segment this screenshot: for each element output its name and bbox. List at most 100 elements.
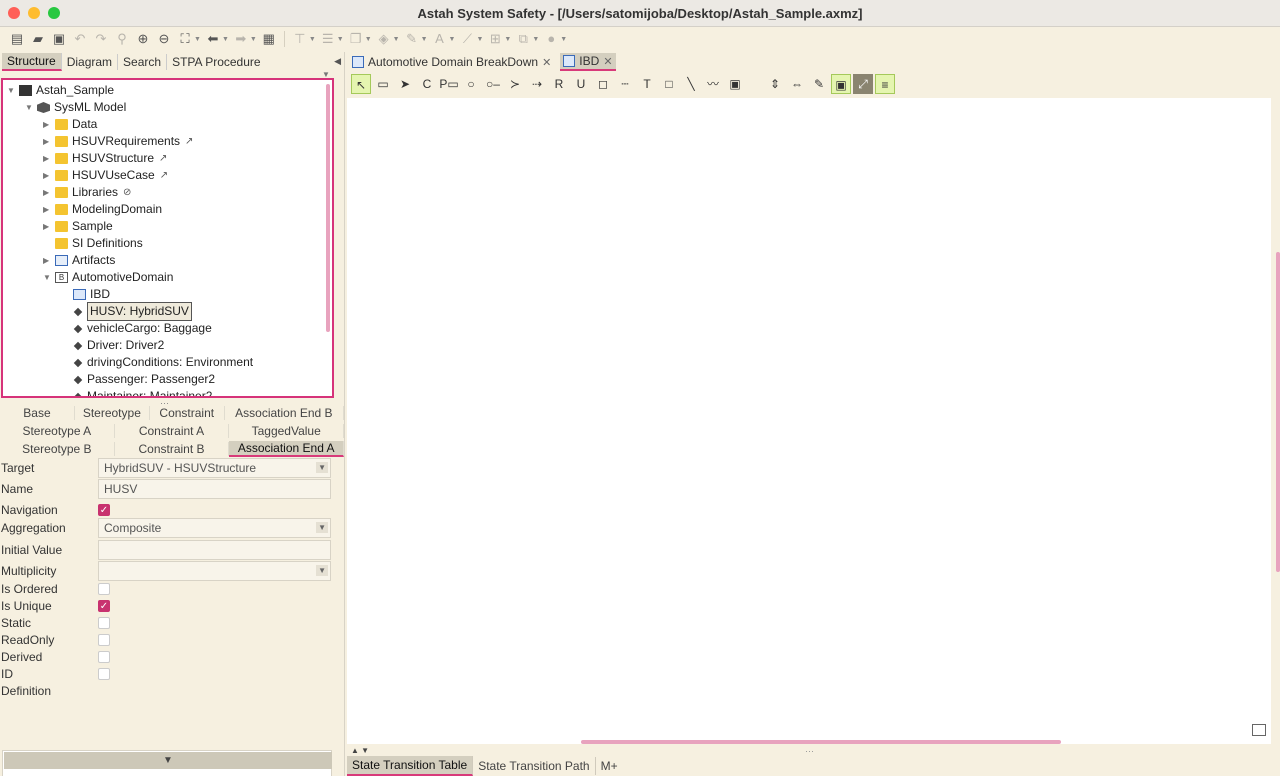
initial-value-field[interactable] bbox=[98, 540, 331, 560]
zoom-in-icon[interactable]: ⊕ bbox=[134, 30, 152, 48]
realization-tool-icon[interactable]: R bbox=[549, 74, 569, 94]
save-icon[interactable]: ▣ bbox=[50, 30, 68, 48]
provided-interface-icon[interactable]: ○– bbox=[483, 74, 503, 94]
aggregation-select[interactable]: Composite bbox=[98, 518, 331, 538]
tree-item[interactable]: ▶ HSUVRequirements ↗ bbox=[43, 133, 193, 150]
tree-item[interactable]: ▶ Artifacts bbox=[43, 252, 115, 269]
tab-structure[interactable]: Structure bbox=[2, 52, 62, 71]
tree-item[interactable]: ▼ B AutomotiveDomain bbox=[43, 269, 173, 286]
note-anchor-icon[interactable]: ┄ bbox=[615, 74, 635, 94]
back-icon[interactable]: ⬅ bbox=[204, 30, 222, 48]
image-tool-icon[interactable]: ▣ bbox=[725, 74, 745, 94]
expand-arrow-icon[interactable]: ▼ bbox=[43, 269, 53, 286]
line-routing-icon[interactable]: ⤢ bbox=[853, 74, 873, 94]
pin-icon[interactable]: ✎ bbox=[809, 74, 829, 94]
tab-state-transition-table[interactable]: State Transition Table bbox=[347, 756, 474, 776]
collapse-panel-button[interactable]: ▼ bbox=[4, 752, 332, 769]
tree-item[interactable]: HUSV: HybridSUV bbox=[71, 302, 192, 321]
line-style-icon[interactable]: ⟋ bbox=[458, 30, 476, 48]
canvas-horizontal-scrollbar[interactable] bbox=[581, 740, 1061, 744]
tab-stereotype[interactable]: Stereotype bbox=[75, 406, 150, 420]
derived-checkbox[interactable] bbox=[98, 651, 110, 663]
flow-tool-icon[interactable]: ➤ bbox=[395, 74, 415, 94]
tree-item[interactable]: IBD bbox=[61, 286, 110, 303]
target-select[interactable]: HybridSUV - HSUVStructure bbox=[98, 458, 331, 478]
tab-m-plus[interactable]: M+ bbox=[596, 757, 623, 775]
canvas-vertical-scrollbar[interactable] bbox=[1276, 252, 1280, 572]
multiplicity-select[interactable] bbox=[98, 561, 331, 581]
vertical-space-icon[interactable]: ⇕ bbox=[765, 74, 785, 94]
tab-association-end-b[interactable]: Association End B bbox=[225, 406, 344, 420]
open-folder-icon[interactable]: ▰ bbox=[29, 30, 47, 48]
tab-constraint-a[interactable]: Constraint A bbox=[115, 424, 230, 438]
snap-grid-icon[interactable]: ▣ bbox=[831, 74, 851, 94]
forward-icon[interactable]: ➡ bbox=[232, 30, 250, 48]
required-interface-icon[interactable]: ≻ bbox=[505, 74, 525, 94]
splitter-handle[interactable]: ⋯ bbox=[805, 746, 814, 757]
tab-search[interactable]: Search bbox=[118, 53, 168, 70]
auto-resize-icon[interactable]: ≡ bbox=[875, 74, 895, 94]
distribute-icon[interactable]: ☰ bbox=[319, 30, 337, 48]
fill-color-icon[interactable]: ◈ bbox=[375, 30, 393, 48]
expand-arrow-icon[interactable]: ▼ bbox=[25, 99, 35, 116]
rectangle-tool-icon[interactable]: □ bbox=[659, 74, 679, 94]
close-tab-icon[interactable]: ✕ bbox=[542, 56, 551, 69]
expand-arrow-icon[interactable]: ▶ bbox=[43, 184, 53, 201]
tab-constraint-b[interactable]: Constraint B bbox=[115, 442, 230, 456]
expand-arrow-icon[interactable]: ▼ bbox=[7, 82, 17, 99]
dependency-tool-icon[interactable]: ⇢ bbox=[527, 74, 547, 94]
select-tool-icon[interactable]: ↖ bbox=[351, 74, 371, 94]
text-tool-icon[interactable]: T bbox=[637, 74, 657, 94]
usage-tool-icon[interactable]: U bbox=[571, 74, 591, 94]
tab-base[interactable]: Base bbox=[0, 406, 75, 420]
expand-arrow-icon[interactable]: ▶ bbox=[43, 201, 53, 218]
tab-ibd[interactable]: IBD ✕ bbox=[560, 53, 616, 71]
horizontal-space-icon[interactable]: ⇔ bbox=[787, 74, 807, 94]
tab-association-end-a[interactable]: Association End A bbox=[229, 441, 345, 457]
tab-automotive-domain-breakdown[interactable]: Automotive Domain BreakDown ✕ bbox=[349, 54, 554, 70]
part-tool-icon[interactable]: ▭ bbox=[373, 74, 393, 94]
tree-item[interactable]: ▶ Sample bbox=[43, 218, 113, 235]
connector-tool-icon[interactable]: C bbox=[417, 74, 437, 94]
tree-item[interactable]: Driver: Driver2 bbox=[71, 337, 164, 354]
tree-item[interactable]: ▼ SysML Model bbox=[25, 99, 126, 116]
align-icon[interactable]: ⊤ bbox=[291, 30, 309, 48]
id-checkbox[interactable] bbox=[98, 668, 110, 680]
diagram-canvas[interactable] bbox=[347, 98, 1271, 744]
tree-item[interactable]: drivingConditions: Environment bbox=[71, 354, 253, 371]
freehand-tool-icon[interactable]: 〰 bbox=[703, 74, 723, 94]
tree-item[interactable]: vehicleCargo: Baggage bbox=[71, 320, 212, 337]
tree-item[interactable]: ▶ HSUVStructure ↗ bbox=[43, 150, 167, 167]
is-ordered-checkbox[interactable] bbox=[98, 583, 110, 595]
interface-tool-icon[interactable]: ○ bbox=[461, 74, 481, 94]
tree-item[interactable]: Passenger: Passenger2 bbox=[71, 371, 215, 388]
static-checkbox[interactable] bbox=[98, 617, 110, 629]
undo-icon[interactable]: ↶ bbox=[71, 30, 89, 48]
readonly-checkbox[interactable] bbox=[98, 634, 110, 646]
close-window-button[interactable] bbox=[8, 7, 20, 19]
tab-stpa-procedure[interactable]: STPA Procedure bbox=[167, 54, 266, 70]
name-field[interactable]: HUSV bbox=[98, 479, 331, 499]
note-tool-icon[interactable]: ◻ bbox=[593, 74, 613, 94]
tab-constraint[interactable]: Constraint bbox=[150, 406, 225, 420]
minimize-window-button[interactable] bbox=[28, 7, 40, 19]
arrange-icon[interactable]: ❐ bbox=[347, 30, 365, 48]
layout-icon[interactable]: ⊞ bbox=[486, 30, 504, 48]
expand-arrow-icon[interactable]: ▶ bbox=[43, 133, 53, 150]
tab-tagged-value[interactable]: TaggedValue bbox=[229, 424, 345, 438]
tab-stereotype-a[interactable]: Stereotype A bbox=[0, 424, 115, 438]
expand-arrow-icon[interactable]: ▶ bbox=[43, 150, 53, 167]
tab-state-transition-path[interactable]: State Transition Path bbox=[473, 757, 596, 775]
tab-diagram[interactable]: Diagram bbox=[62, 53, 119, 70]
tree-scrollbar[interactable] bbox=[326, 84, 330, 332]
close-tab-icon[interactable]: ✕ bbox=[603, 55, 612, 68]
tree-item[interactable]: Maintainer: Maintainer2 bbox=[71, 388, 212, 396]
expand-arrow-icon[interactable]: ▶ bbox=[43, 167, 53, 184]
collapse-left-icon[interactable]: ◀ bbox=[334, 56, 341, 67]
tree-item[interactable]: ▶ Libraries ⊘ bbox=[43, 184, 131, 201]
zoom-out-icon[interactable]: ⊖ bbox=[155, 30, 173, 48]
tree-item[interactable]: ▶ ModelingDomain bbox=[43, 201, 162, 218]
font-color-icon[interactable]: A bbox=[431, 30, 449, 48]
expand-arrow-icon[interactable]: ▶ bbox=[43, 218, 53, 235]
expand-arrow-icon[interactable]: ▶ bbox=[43, 252, 53, 269]
